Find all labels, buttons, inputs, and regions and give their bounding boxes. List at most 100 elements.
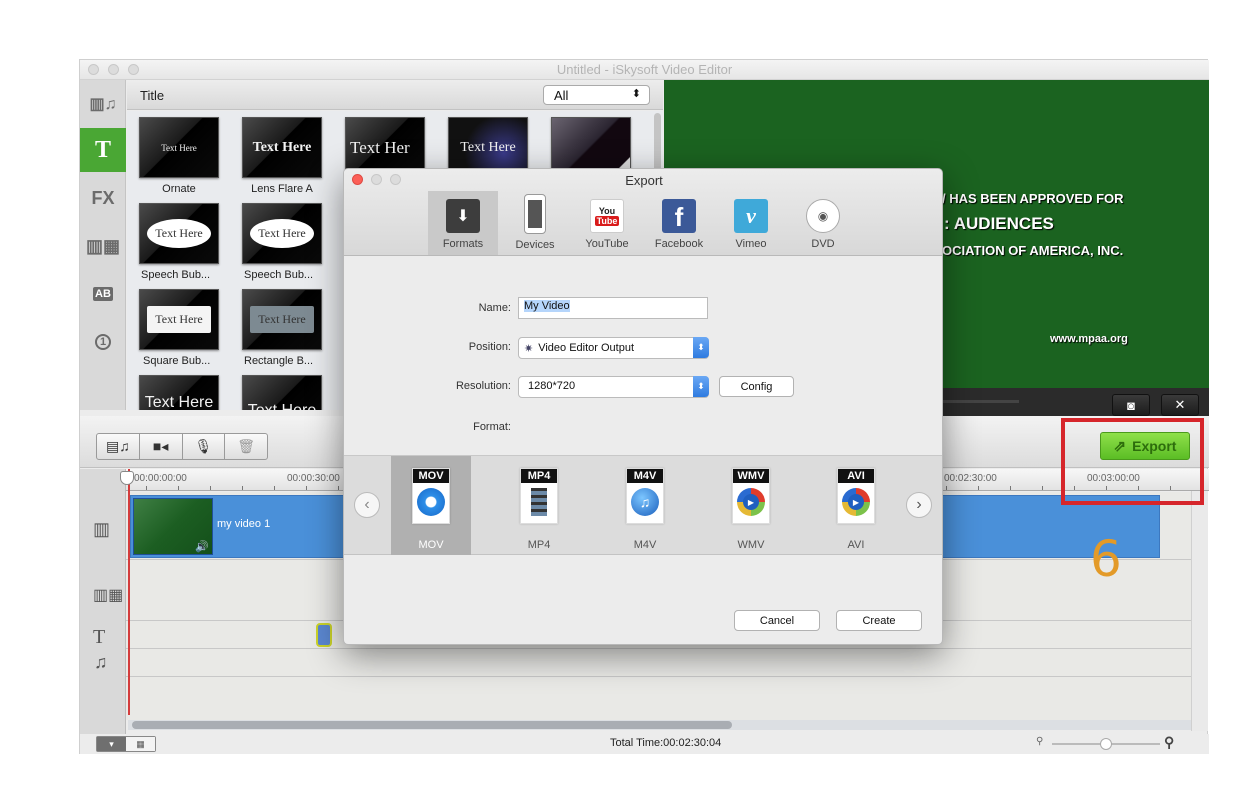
template-item[interactable]: Text Here xyxy=(139,117,219,178)
delete-button[interactable]: 🗑 xyxy=(225,434,267,459)
format-label: M4V xyxy=(633,539,657,551)
template-item[interactable]: Text Here xyxy=(139,203,219,264)
preview-text-line: : AUDIENCES xyxy=(944,214,1054,233)
preview-text-line: OCIATION OF AMERICA, INC. xyxy=(942,243,1124,258)
sidebar-item-transitions[interactable]: ▥▦ xyxy=(80,224,126,268)
camera-icon: ◙ xyxy=(1127,397,1135,413)
template-item[interactable]: Text Here xyxy=(242,375,322,410)
template-label: Square Bub... xyxy=(143,355,211,367)
ruler-tick xyxy=(1010,486,1011,490)
audio-icon: 🔊 xyxy=(195,541,209,553)
sidebar-item-text[interactable]: T xyxy=(80,128,126,172)
zoom-slider-handle[interactable] xyxy=(1100,738,1112,750)
folder-icon: ✷ xyxy=(524,342,534,355)
tab-dvd[interactable]: ◉ DVD xyxy=(788,191,858,255)
tab-facebook[interactable]: f Facebook xyxy=(644,191,714,255)
fullscreen-button[interactable]: ✕ xyxy=(1161,394,1199,416)
ruler-tick xyxy=(1042,486,1043,490)
playhead-handle[interactable] xyxy=(120,471,134,485)
ab-icon: AB xyxy=(93,287,113,301)
status-bar: ▾ ▦ Total Time:00:02:30:04 ⚲ ⚲ xyxy=(80,734,1209,754)
template-label: Lens Flare A xyxy=(251,183,313,195)
filter-value: All xyxy=(554,88,569,103)
media-tool-button[interactable]: ▤♫ xyxy=(97,434,140,459)
carousel-next-button[interactable]: › xyxy=(906,492,932,518)
format-item-mp4[interactable]: MP4 MP4 xyxy=(499,456,579,555)
phone-icon xyxy=(524,194,546,234)
position-select[interactable]: ✷ Video Editor Output ⬍ xyxy=(518,337,709,359)
title-panel-header: Title All ⬍ xyxy=(127,80,663,110)
quicktime-icon: MOV xyxy=(412,468,450,524)
timeline-view-button[interactable]: ▾ xyxy=(97,737,126,751)
record-voice-button[interactable]: 🎙 xyxy=(183,434,226,459)
sidebar-item-countdown[interactable]: 1 xyxy=(80,320,126,364)
format-item-m4v[interactable]: M4V ♫ M4V xyxy=(605,456,685,555)
itunes-icon: M4V ♫ xyxy=(626,468,664,524)
format-item-mov[interactable]: MOV MOV xyxy=(391,456,471,555)
template-item[interactable]: Text Here xyxy=(139,375,219,410)
zoom-out-icon[interactable]: ⚲ xyxy=(1036,736,1043,747)
ruler-tick xyxy=(274,486,275,490)
config-button[interactable]: Config xyxy=(719,376,794,397)
format-carousel: ‹ MOV MOV MP4 MP4 M4V ♫ M4V WMV ▶ WMV AVI ▶… xyxy=(344,455,942,555)
chevron-right-icon: › xyxy=(916,496,922,513)
facebook-icon: f xyxy=(662,199,696,233)
playhead-line[interactable] xyxy=(128,469,130,715)
media-player-icon: WMV ▶ xyxy=(732,468,770,524)
create-button[interactable]: Create xyxy=(836,610,922,631)
zoom-in-icon[interactable]: ⚲ xyxy=(1164,734,1174,751)
tab-label: YouTube xyxy=(585,238,629,250)
storyboard-view-button[interactable]: ▦ xyxy=(126,737,155,751)
expand-icon: ✕ xyxy=(1174,397,1186,412)
ruler-tick xyxy=(178,486,179,490)
ruler-label: 00:02:30:00 xyxy=(944,473,997,484)
transition-icon: ▥▦ xyxy=(85,235,120,256)
category-filter-select[interactable]: All ⬍ xyxy=(543,85,650,105)
youtube-icon: You Tube xyxy=(590,199,624,233)
template-thumbnail: Text Here xyxy=(139,117,219,178)
tab-devices[interactable]: Devices xyxy=(500,191,570,255)
export-dialog: Export ⬇ Formats Devices You Tube YouTube… xyxy=(343,168,943,645)
tab-label: Formats xyxy=(442,238,484,250)
template-item[interactable]: Text Here xyxy=(139,289,219,350)
template-item[interactable]: Text Here xyxy=(242,117,322,178)
window-title: Untitled - iSkysoft Video Editor xyxy=(556,62,733,77)
camera-icon: ■◂ xyxy=(152,438,169,454)
timeline-vertical-scrollbar[interactable] xyxy=(1191,491,1208,731)
title-clip-marker[interactable] xyxy=(316,623,332,647)
text-track-icon: T xyxy=(93,626,106,648)
grid-icon: ▦ xyxy=(136,738,145,749)
film-icon: MP4 xyxy=(520,468,558,524)
fx-icon: FX xyxy=(91,187,115,208)
format-item-wmv[interactable]: WMV ▶ WMV xyxy=(711,456,791,555)
format-item-avi[interactable]: AVI ▶ AVI xyxy=(816,456,896,555)
text-icon: T xyxy=(94,136,111,163)
snapshot-button[interactable]: ◙ xyxy=(1112,394,1150,416)
timeline-scrollbar[interactable] xyxy=(132,721,732,729)
template-item[interactable]: Text Here xyxy=(242,289,322,350)
ruler-tick xyxy=(242,486,243,490)
annotation-highlight-box xyxy=(1061,418,1204,505)
sidebar-item-intro-credit[interactable]: AB xyxy=(80,272,126,316)
tab-formats[interactable]: ⬇ Formats xyxy=(428,191,498,255)
sidebar-item-media[interactable]: ▥♫ xyxy=(80,82,126,126)
ruler-tick xyxy=(978,486,979,490)
template-item[interactable]: Text Here xyxy=(242,203,322,264)
tab-vimeo[interactable]: v Vimeo xyxy=(716,191,786,255)
resolution-select[interactable]: 1280*720 ⬍ xyxy=(518,376,709,398)
ruler-tick xyxy=(146,486,147,490)
ruler-tick xyxy=(338,486,339,490)
sidebar-item-effects[interactable]: FX xyxy=(80,176,126,220)
preview-url: www.mpaa.org xyxy=(1050,333,1128,345)
vimeo-icon: v xyxy=(734,199,768,233)
template-thumbnail: Text Here xyxy=(147,219,211,248)
track-header-column: ▥ ▥▦ T ♫ xyxy=(80,469,126,739)
record-video-button[interactable]: ■◂ xyxy=(140,434,183,459)
template-scrollbar[interactable] xyxy=(654,113,661,173)
media-icon: ▤♫ xyxy=(106,438,130,454)
tab-youtube[interactable]: You Tube YouTube xyxy=(572,191,642,255)
carousel-prev-button[interactable]: ‹ xyxy=(354,492,380,518)
name-input[interactable]: My Video xyxy=(518,297,708,319)
format-label: AVI xyxy=(847,539,865,551)
cancel-button[interactable]: Cancel xyxy=(734,610,820,631)
